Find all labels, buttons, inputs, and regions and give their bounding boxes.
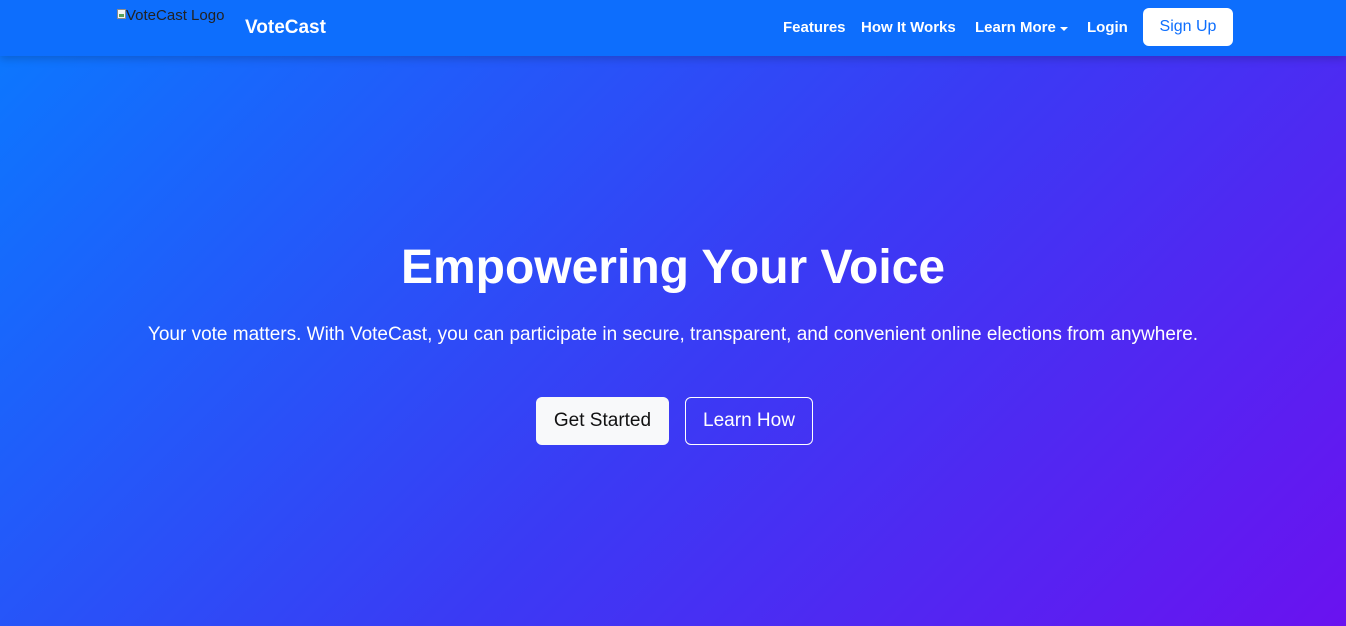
brand-name[interactable]: VoteCast (245, 17, 326, 39)
nav-dropdown-learn-more[interactable]: Learn More (975, 19, 1068, 36)
logo-image[interactable]: VoteCast Logo (117, 6, 237, 46)
nav-link-login[interactable]: Login (1087, 19, 1128, 36)
caret-down-icon (1059, 26, 1068, 31)
hero-subtitle: Your vote matters. With VoteCast, you ca… (147, 324, 1199, 345)
nav-link-features[interactable]: Features (783, 19, 846, 36)
hero-title: Empowering Your Voice (400, 241, 946, 294)
hero-buttons: Get Started Learn How (0, 397, 1346, 445)
logo-alt-text: VoteCast Logo (126, 7, 225, 24)
learn-how-button[interactable]: Learn How (685, 397, 813, 445)
landing-page: VoteCast Logo VoteCast Features How It W… (0, 0, 1346, 626)
nav-link-how-it-works[interactable]: How It Works (861, 19, 956, 36)
top-navbar: VoteCast Logo VoteCast Features How It W… (0, 0, 1346, 56)
brand[interactable]: VoteCast Logo VoteCast (117, 6, 326, 50)
sign-up-button[interactable]: Sign Up (1143, 8, 1233, 46)
nav-dropdown-learn-more-label: Learn More (975, 19, 1056, 36)
broken-image-icon (117, 9, 126, 19)
get-started-button[interactable]: Get Started (536, 397, 669, 445)
